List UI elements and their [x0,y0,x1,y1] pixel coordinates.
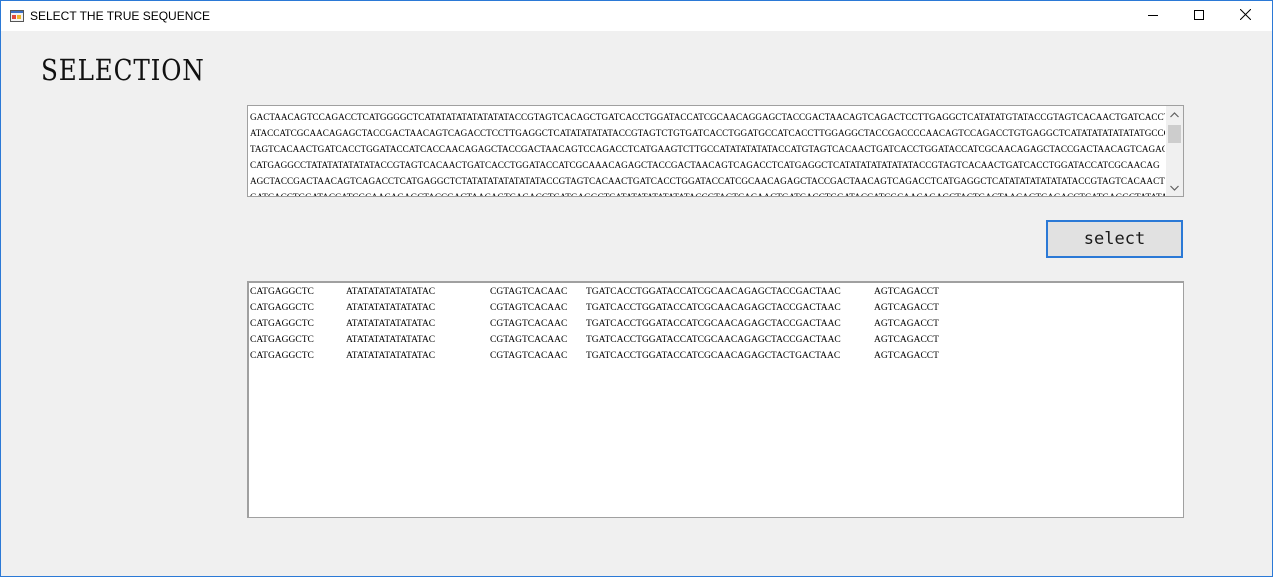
result-cell: ATATATATATATATAC [346,335,436,345]
sequence-line: AGCTACCGACTAACAGTCAGACCTCATGAGGCTCTATATA… [250,176,1165,186]
result-cell: TGATCACCTGGATACCATCGCAACAGAGCTACTGACTAAC [586,351,841,361]
result-cell: CATGAGGCTC [250,351,314,361]
result-cell: ATATATATATATATAC [346,287,436,297]
result-cell: AGTCAGACCT [874,287,939,297]
result-cell: AGTCAGACCT [874,303,939,313]
select-button[interactable]: select [1046,220,1183,258]
main-window: SELECT THE TRUE SEQUENCE SELECTION GACTA… [0,0,1273,577]
title-bar[interactable]: SELECT THE TRUE SEQUENCE [1,1,1272,31]
result-cell: ATATATATATATATAC [346,319,436,329]
close-icon [1239,7,1251,25]
result-cell: AGTCAGACCT [874,351,939,361]
scroll-up-arrow-icon[interactable] [1166,106,1183,123]
result-cell: CATGAGGCTC [250,303,314,313]
sequence-textbox[interactable]: GACTAACAGTCCAGACCTCATGGGGCTCATATATATATAT… [247,105,1184,197]
result-cell: CGTAGTCACAAC [490,303,568,313]
result-cell: CATGAGGCTC [250,335,314,345]
result-cell: AGTCAGACCT [874,319,939,329]
result-cell: TGATCACCTGGATACCATCGCAACAGAGCTACCGACTAAC [586,287,841,297]
sequence-line: GACTAACAGTCCAGACCTCATGGGGCTCATATATATATAT… [250,112,1165,122]
vertical-scrollbar[interactable] [1166,106,1183,196]
page-title: SELECTION [41,53,205,87]
minimize-button[interactable] [1130,1,1176,31]
sequence-line: ATACCATCGCAACAGAGCTACCGACTAACAGTCAGACCTC… [250,128,1165,138]
result-cell: ATATATATATATATAC [346,303,436,313]
results-list[interactable]: CATGAGGCTC ATATATATATATATAC CGTAGTCACAAC… [247,281,1184,518]
result-cell: CGTAGTCACAAC [490,287,568,297]
result-cell: TGATCACCTGGATACCATCGCAACAGAGCTACCGACTAAC [586,319,841,329]
result-cell: CATGAGGCTC [250,287,314,297]
close-button[interactable] [1222,1,1268,31]
scroll-thumb[interactable] [1168,125,1181,143]
window-title: SELECT THE TRUE SEQUENCE [30,9,211,23]
minimize-icon [1148,7,1158,25]
result-cell: TGATCACCTGGATACCATCGCAACAGAGCTACCGACTAAC [586,335,841,345]
sequence-line: GATCACCTGGATACCATCGCAACAGAGCTACCGACTAACA… [250,192,1165,197]
sequence-line: CATGAGGCCTATATATATATATACCGTAGTCACAACTGAT… [250,160,1160,170]
maximize-button[interactable] [1176,1,1222,31]
sequence-line: TAGTCACAACTGATCACCTGGATACCATCACCAACAGAGC… [250,144,1165,154]
result-cell: CGTAGTCACAAC [490,319,568,329]
sequence-text[interactable]: GACTAACAGTCCAGACCTCATGGGGCTCATATATATATAT… [250,109,1165,197]
result-cell: TGATCACCTGGATACCATCGCAACAGAGCTACCGACTAAC [586,303,841,313]
form-app-icon[interactable] [10,9,24,23]
result-cell: CGTAGTCACAAC [490,335,568,345]
scroll-down-arrow-icon[interactable] [1166,179,1183,196]
result-cell: CGTAGTCACAAC [490,351,568,361]
result-cell: AGTCAGACCT [874,335,939,345]
maximize-icon [1194,7,1204,25]
result-cell: CATGAGGCTC [250,319,314,329]
result-cell: ATATATATATATATAC [346,351,436,361]
